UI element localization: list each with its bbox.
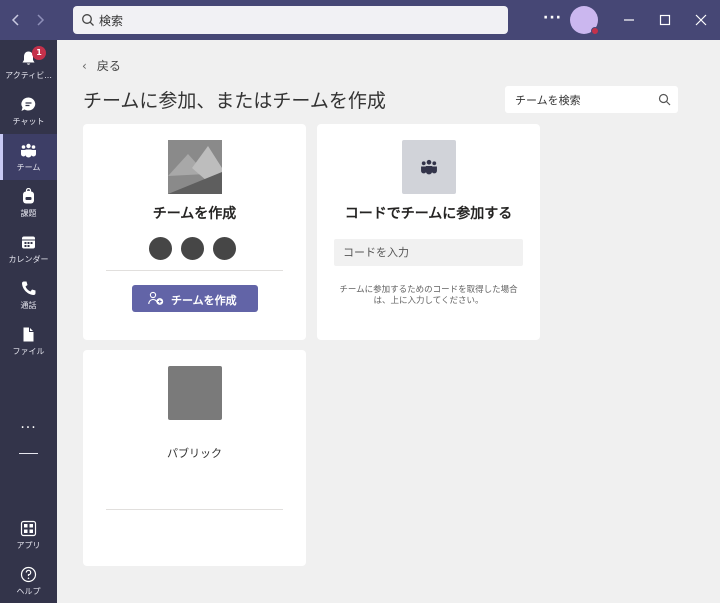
rail-item-files[interactable]: ファイル [0,318,57,364]
back-label: 戻る [96,59,121,73]
card-divider [106,509,283,510]
join-with-code-title: コードでチームに参加する [344,206,513,222]
page-title: チームに参加、またはチームを作成 [83,90,386,112]
rail-item-label: アクティビ... [5,71,52,80]
back-arrow-icon[interactable] [6,10,26,30]
close-icon[interactable] [691,10,711,30]
rail-item-apps[interactable]: アプリ [0,512,57,558]
rail-divider [19,453,38,454]
forward-arrow-icon[interactable] [30,10,50,30]
create-team-card[interactable]: チームを作成 チームを作成 [83,124,306,340]
rail-item-label: 通話 [20,301,37,310]
app-rail: 1 アクティビ... チャット チーム 課題 カレンダー 通話 ファイル ···… [0,40,57,603]
rail-item-activity[interactable]: 1 アクティビ... [0,42,57,88]
team-code-image [402,140,456,194]
rail-item-help[interactable]: ヘルプ [0,558,57,603]
file-icon [23,327,34,342]
rail-item-calls[interactable]: 通話 [0,272,57,318]
add-people-icon [148,291,164,305]
rail-item-label: ファイル [12,347,45,356]
rail-item-label: アプリ [16,541,41,550]
phone-icon [22,281,36,295]
apps-icon [20,520,37,537]
member-avatar [179,235,206,262]
rail-item-label: ヘルプ [16,587,41,596]
public-team-label: パブリック [167,447,222,460]
create-team-button-label: チームを作成 [171,294,237,307]
public-team-card[interactable]: パブリック [83,350,306,566]
minimize-icon[interactable] [619,10,639,30]
team-image-placeholder [168,366,222,420]
help-icon [20,566,37,583]
backpack-icon [23,188,34,204]
rail-item-label: チーム [16,163,41,172]
maximize-icon[interactable] [655,10,675,30]
notification-badge: 1 [32,46,46,60]
member-avatar [147,235,174,262]
team-code-input[interactable] [334,239,523,266]
rail-item-assignments[interactable]: 課題 [0,180,57,226]
code-help-text: チームに参加するためのコードを取得した場合は、上に入力してください。 [339,285,518,306]
rail-item-label: チャット [12,117,45,126]
rail-more-button[interactable]: ··· [0,420,57,436]
search-input[interactable]: 検索 [73,6,508,34]
card-divider [106,270,283,271]
team-search-placeholder: チームを検索 [515,94,581,107]
team-image-placeholder-icon [168,140,222,194]
rail-item-label: 課題 [20,209,37,218]
more-options-button[interactable]: ··· [543,10,562,26]
calendar-icon [22,236,35,249]
back-link[interactable]: ‹ 戻る [82,57,121,74]
title-bar: 検索 ··· [0,0,720,40]
chevron-left-icon: ‹ [82,59,87,73]
search-placeholder: 検索 [99,14,124,28]
create-team-button[interactable]: チームを作成 [132,285,258,312]
rail-item-label: カレンダー [8,255,49,264]
team-search-input[interactable]: チームを検索 [505,86,678,113]
rail-item-chat[interactable]: チャット [0,88,57,134]
search-icon [82,14,94,26]
rail-item-teams[interactable]: チーム [0,134,57,180]
status-indicator [591,27,599,35]
create-team-title: チームを作成 [152,206,237,222]
teams-icon [421,159,437,175]
chat-icon [21,97,36,111]
members-avatars [147,235,243,262]
search-icon [658,93,671,106]
rail-item-calendar[interactable]: カレンダー [0,226,57,272]
join-with-code-card: コードでチームに参加する チームに参加するためのコードを取得した場合は、上に入力… [317,124,540,340]
teams-icon [21,143,36,158]
member-avatar [211,235,238,262]
